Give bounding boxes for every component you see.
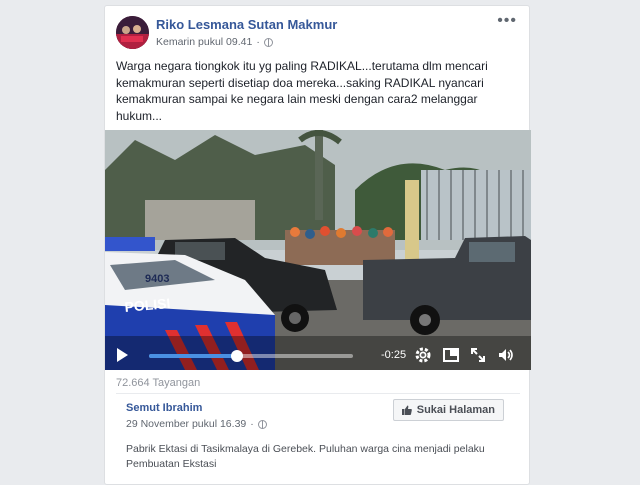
avatar[interactable] <box>116 16 149 49</box>
picture-in-picture-icon[interactable] <box>442 346 460 364</box>
shared-timestamp[interactable]: 29 November pukul 16.39 <box>126 418 246 430</box>
post-text: Warga negara tiongkok itu yg paling RADI… <box>116 59 488 123</box>
play-icon[interactable] <box>117 348 128 362</box>
seek-progress <box>149 354 237 358</box>
shared-author[interactable]: Semut Ibrahim <box>126 402 202 414</box>
video-player[interactable]: 9403 POLISI -0:25 <box>105 130 531 370</box>
video-frame: 9403 POLISI <box>105 130 531 370</box>
like-page-label: Sukai Halaman <box>416 404 495 416</box>
thumbs-up-icon <box>401 405 412 415</box>
fullscreen-icon[interactable] <box>469 346 487 364</box>
more-options-icon[interactable]: ••• <box>497 12 517 30</box>
volume-icon[interactable] <box>497 346 515 364</box>
like-page-button[interactable]: Sukai Halaman <box>392 399 504 421</box>
video-controls: -0:25 <box>105 340 531 370</box>
post-meta: Kemarin pukul 09.41 · <box>156 36 273 48</box>
view-count: 72.664 Tayangan <box>116 377 201 389</box>
seek-handle[interactable] <box>230 350 243 362</box>
settings-gear-icon[interactable] <box>414 346 432 364</box>
shared-meta: 29 November pukul 16.39 · <box>126 418 267 430</box>
post-timestamp[interactable]: Kemarin pukul 09.41 <box>156 36 252 48</box>
post-card: Riko Lesmana Sutan Makmur Kemarin pukul … <box>104 5 531 485</box>
car-plate: 9403 <box>145 273 169 285</box>
time-remaining: -0:25 <box>381 349 407 361</box>
post-author[interactable]: Riko Lesmana Sutan Makmur <box>156 17 337 32</box>
seek-bar[interactable] <box>149 350 353 362</box>
globe-icon <box>263 37 273 47</box>
globe-icon <box>257 419 267 429</box>
shared-post: Semut Ibrahim 29 November pukul 16.39 · … <box>116 393 520 482</box>
shared-text: Pabrik Ektasi di Tasikmalaya di Gerebek.… <box>126 443 485 470</box>
